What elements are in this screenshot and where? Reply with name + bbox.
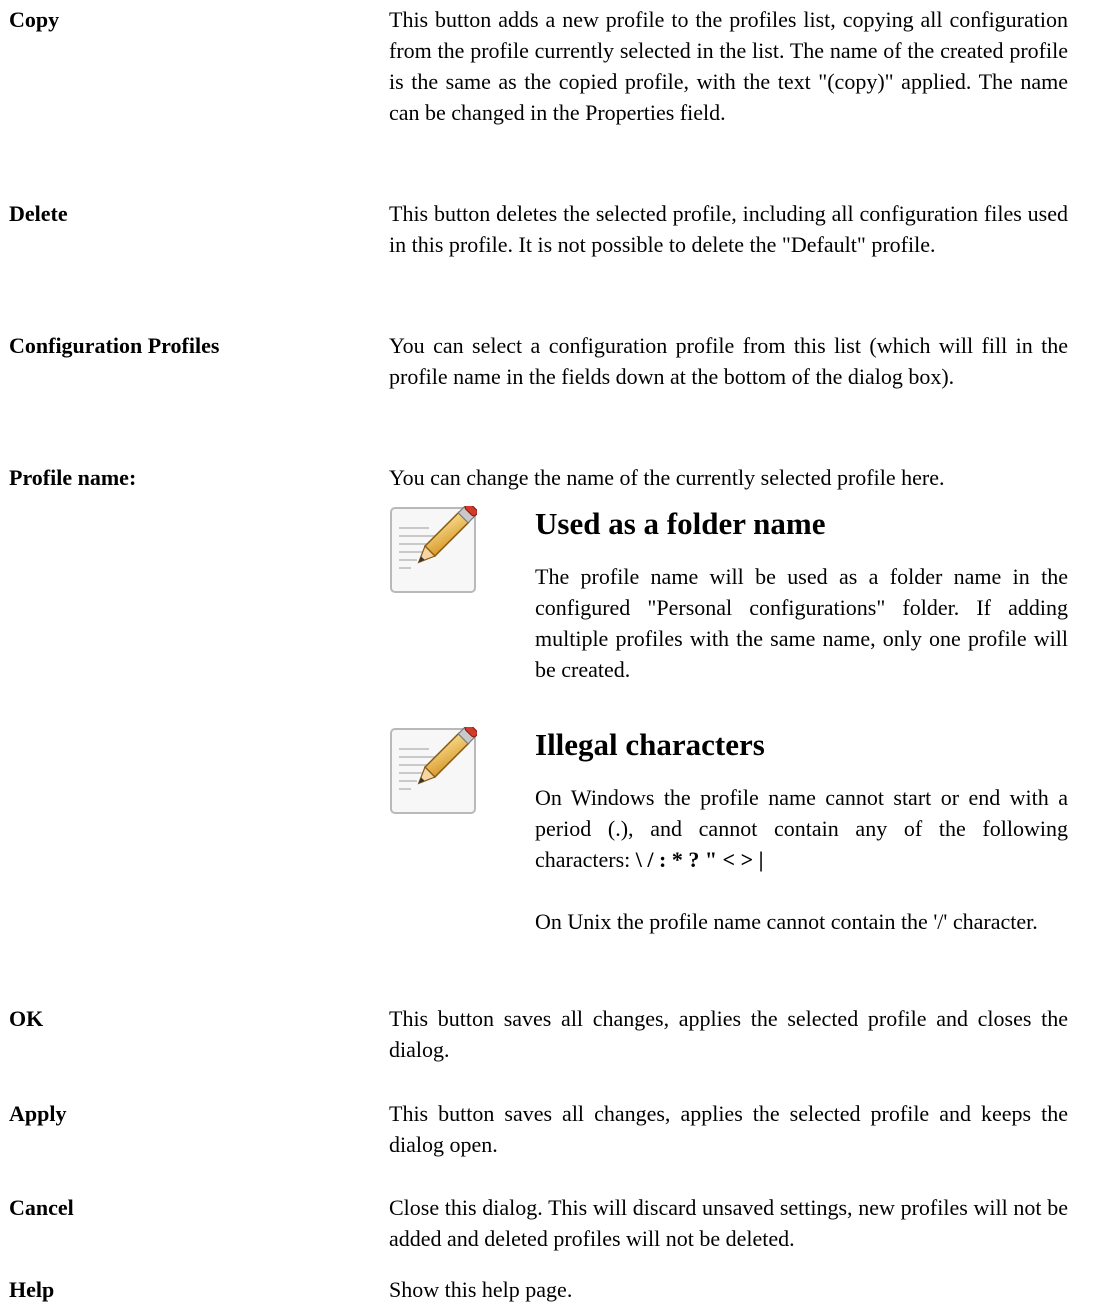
note-title-folder-name: Used as a folder name [535,506,826,541]
definition-profile-name: You can change the name of the currently… [389,465,945,490]
illegal-characters-list: \ / : * ? " < > | [635,847,764,872]
definition-ok: This button saves all changes, applies t… [389,1006,1068,1062]
note-paragraph: The profile name will be used as a folde… [535,564,1068,682]
note-text-windows: On Windows the profile name cannot start… [535,785,1068,872]
term-ok: OK [9,1006,44,1031]
note-body-illegal-characters: On Windows the profile name cannot start… [535,782,1068,937]
note-paragraph-unix: On Unix the profile name cannot contain … [535,909,1038,934]
note-pencil-icon [390,506,477,593]
note-body-folder-name: The profile name will be used as a folde… [535,561,1068,685]
help-page: Copy This button adds a new profile to t… [0,0,1097,1307]
term-profile-name: Profile name: [9,465,137,490]
term-cancel: Cancel [9,1195,74,1220]
term-delete: Delete [9,201,68,226]
term-apply: Apply [9,1101,67,1126]
definition-copy: This button adds a new profile to the pr… [389,7,1068,125]
term-help: Help [9,1277,55,1302]
definition-delete: This button deletes the selected profile… [389,201,1068,257]
definition-help: Show this help page. [389,1277,573,1302]
note-pencil-icon [390,727,477,814]
note-title-illegal-characters: Illegal characters [535,727,765,762]
definition-cancel: Close this dialog. This will discard uns… [389,1195,1068,1251]
definition-configuration-profiles: You can select a configuration profile f… [389,333,1068,389]
definition-apply: This button saves all changes, applies t… [389,1101,1068,1157]
term-configuration-profiles: Configuration Profiles [9,333,220,358]
note-paragraph: On Windows the profile name cannot start… [535,782,1068,875]
term-copy: Copy [9,7,60,32]
